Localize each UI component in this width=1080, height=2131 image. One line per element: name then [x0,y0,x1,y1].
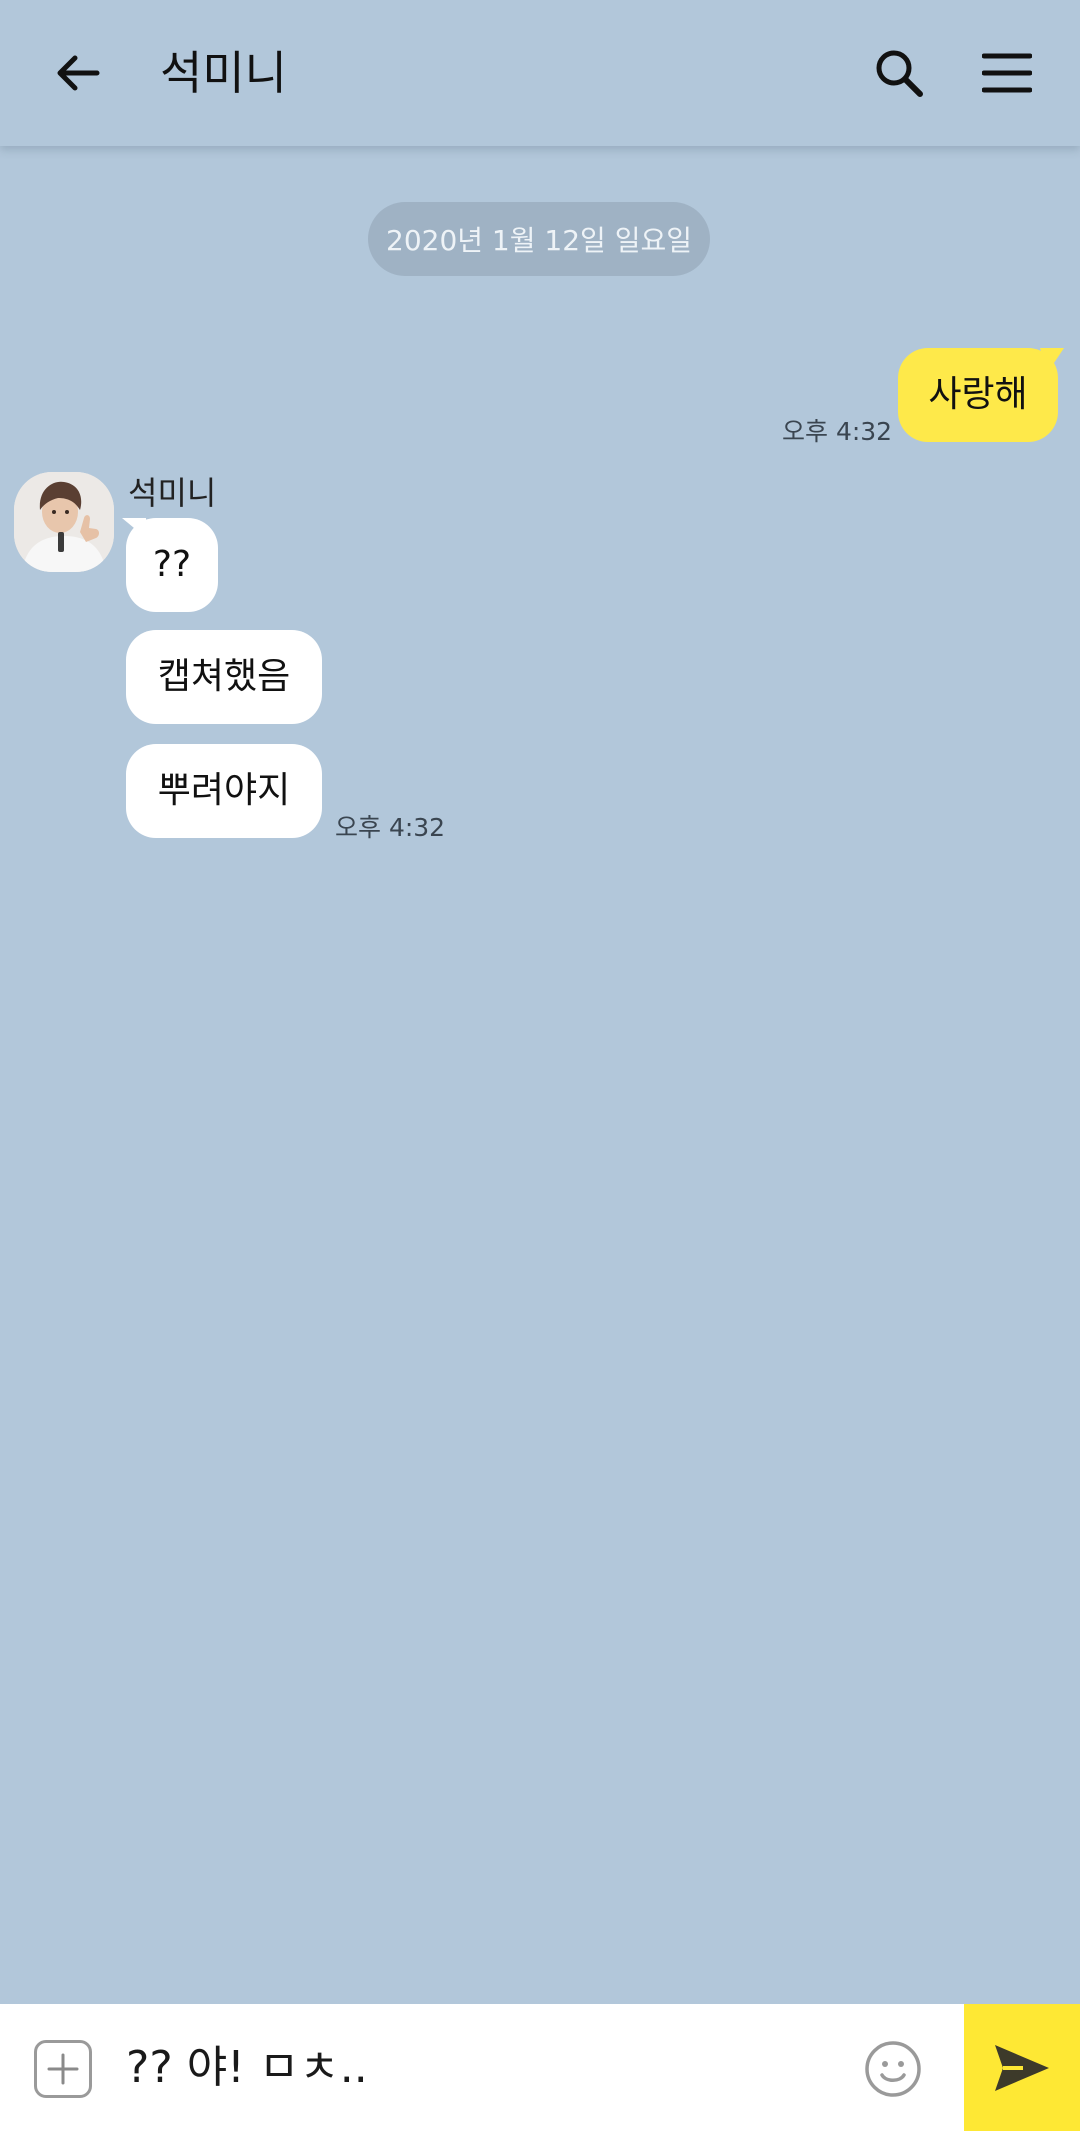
my-message-bubble[interactable]: 사랑해 [898,348,1058,442]
search-button[interactable] [866,40,932,106]
chat-title: 석미니 [160,46,287,100]
attach-button[interactable] [34,2040,92,2098]
sender-name: 석미니 [128,474,217,512]
received-message-bubble[interactable]: 캡쳐했음 [126,630,322,724]
message-text: ?? [152,544,192,585]
received-message-bubble[interactable]: ?? [126,518,218,612]
avatar[interactable] [14,472,114,572]
bubble-tail [1040,348,1064,372]
emoji-button[interactable] [864,2040,922,2098]
send-icon [995,2044,1049,2091]
message-input[interactable] [126,2032,846,2104]
chat-header: 석미니 [0,0,1080,146]
message-text: 캡쳐했음 [157,656,291,697]
message-text: 사랑해 [928,374,1028,415]
emoji-icon [865,2041,921,2097]
search-icon [876,50,923,97]
message-time: 오후 4:32 [335,813,446,842]
message-time: 오후 4:32 [782,417,893,446]
received-message-bubble[interactable]: 뿌려야지 [126,744,322,838]
plus-icon [47,2053,79,2085]
hamburger-menu-icon [982,53,1032,93]
message-composer [0,2004,1080,2131]
back-button[interactable] [44,40,110,106]
send-button[interactable] [964,2004,1080,2131]
date-divider: 2020년 1월 12일 일요일 [368,202,710,276]
menu-button[interactable] [974,40,1040,106]
message-text: 뿌려야지 [157,770,291,811]
arrow-left-icon [57,55,100,91]
profile-photo [14,472,114,572]
